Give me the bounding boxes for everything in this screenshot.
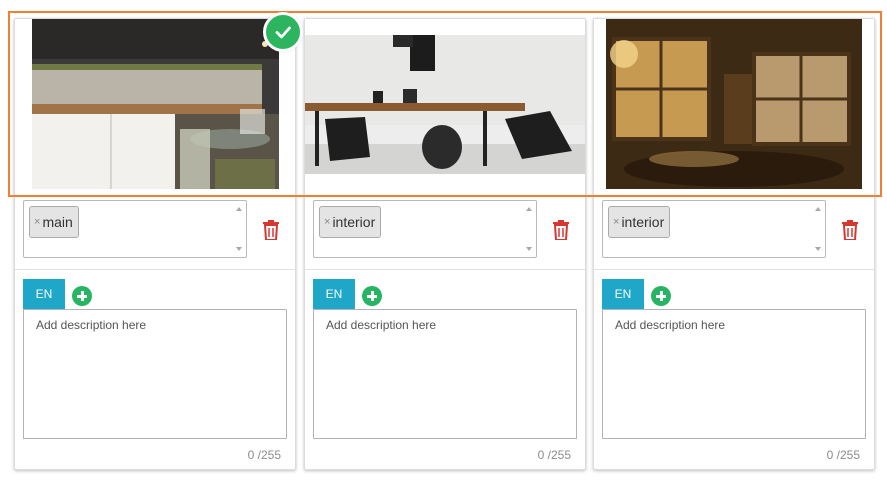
description-field[interactable] <box>313 309 577 439</box>
selected-badge <box>263 12 303 52</box>
tag-chip: × interior <box>319 206 382 238</box>
char-counter: 0 /255 <box>826 448 860 462</box>
plus-circle-icon[interactable] <box>362 286 382 306</box>
tag-remove-icon[interactable]: × <box>324 216 330 228</box>
description-field[interactable] <box>23 309 287 439</box>
tags-input[interactable]: × interior <box>313 200 537 258</box>
image-card: × main EN 0 /255 <box>14 18 296 470</box>
scroll-down-icon[interactable] <box>236 247 242 251</box>
living-room-sunset-photo[interactable] <box>594 19 874 197</box>
divider <box>594 269 874 270</box>
trash-icon[interactable] <box>552 220 570 241</box>
image-card: × interior EN 0 /255 <box>593 18 875 470</box>
tag-label: interior <box>621 214 665 230</box>
language-tab-en[interactable]: EN <box>313 279 355 309</box>
plus-circle-icon[interactable] <box>651 286 671 306</box>
scroll-up-icon[interactable] <box>236 207 242 211</box>
trash-icon[interactable] <box>262 220 280 241</box>
divider <box>15 269 295 270</box>
scroll-up-icon[interactable] <box>526 207 532 211</box>
language-tab-en[interactable]: EN <box>602 279 644 309</box>
tag-label: main <box>42 214 73 230</box>
dining-room-photo[interactable] <box>305 19 585 197</box>
char-counter: 0 /255 <box>537 448 571 462</box>
scroll-down-icon[interactable] <box>526 247 532 251</box>
kitchen-photo[interactable] <box>15 19 295 197</box>
tag-label: interior <box>332 214 376 230</box>
language-tab-en[interactable]: EN <box>23 279 65 309</box>
tags-input[interactable]: × interior <box>602 200 826 258</box>
divider <box>305 269 585 270</box>
tag-chip: × interior <box>608 206 671 238</box>
trash-icon[interactable] <box>841 220 859 241</box>
tag-chip: × main <box>29 206 79 238</box>
scroll-down-icon[interactable] <box>815 247 821 251</box>
description-field[interactable] <box>602 309 866 439</box>
tag-remove-icon[interactable]: × <box>34 216 40 228</box>
plus-circle-icon[interactable] <box>72 286 92 306</box>
scroll-up-icon[interactable] <box>815 207 821 211</box>
image-card: × interior EN 0 /255 <box>304 18 586 470</box>
char-counter: 0 /255 <box>247 448 281 462</box>
check-icon <box>275 26 291 39</box>
tag-remove-icon[interactable]: × <box>613 216 619 228</box>
tags-input[interactable]: × main <box>23 200 247 258</box>
